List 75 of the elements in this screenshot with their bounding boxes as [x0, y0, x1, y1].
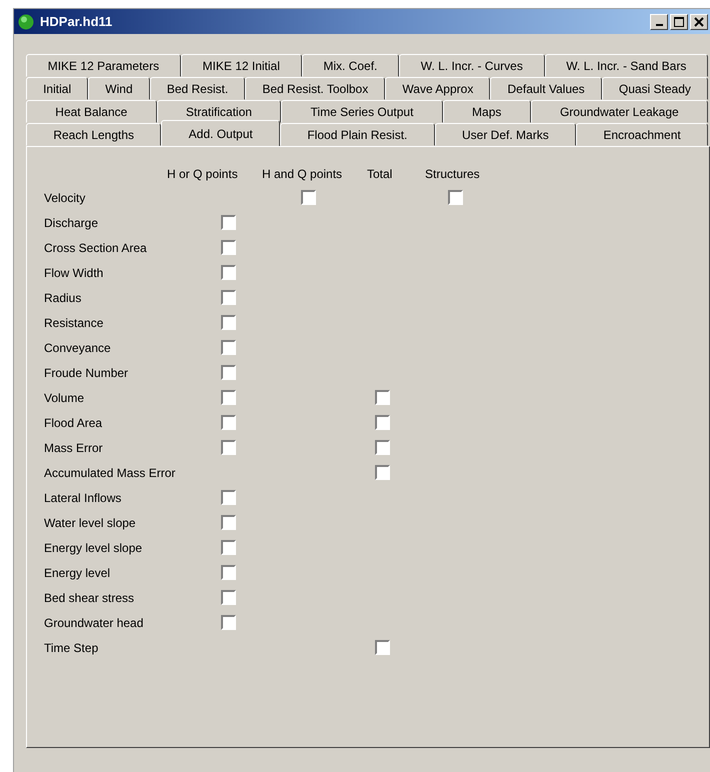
checkbox[interactable] — [221, 565, 236, 580]
output-label: Energy level slope — [44, 540, 142, 556]
output-label: Flow Width — [44, 264, 104, 280]
output-label: Bed shear stress — [44, 590, 134, 606]
checkbox[interactable] — [221, 590, 236, 605]
tab[interactable]: W. L. Incr. - Sand Bars — [544, 54, 708, 77]
checkbox[interactable] — [375, 415, 390, 430]
checkbox[interactable] — [221, 440, 236, 455]
close-button[interactable] — [690, 14, 708, 30]
minimize-icon — [656, 24, 662, 26]
checkbox[interactable] — [221, 615, 236, 630]
column-header: H or Q points — [167, 166, 238, 182]
tab[interactable]: Flood Plain Resist. — [280, 123, 435, 146]
checkbox[interactable] — [221, 315, 236, 330]
tab[interactable]: Maps — [442, 100, 531, 123]
checkbox[interactable] — [221, 390, 236, 405]
checkbox[interactable] — [448, 190, 463, 205]
tab[interactable]: Add. Output — [161, 120, 280, 146]
output-label: Cross Section Area — [44, 240, 147, 256]
output-label: Time Step — [44, 640, 98, 656]
checkbox[interactable] — [375, 440, 390, 455]
tab[interactable]: Initial — [26, 77, 88, 100]
output-label: Mass Error — [44, 440, 103, 456]
checkbox[interactable] — [221, 215, 236, 230]
tab[interactable]: Quasi Steady — [602, 77, 708, 100]
tab[interactable]: Mix. Coef. — [302, 54, 400, 77]
tab[interactable]: Heat Balance — [26, 100, 157, 123]
tab[interactable]: Bed Resist. — [150, 77, 246, 100]
tab[interactable]: MIKE 12 Parameters — [26, 54, 181, 77]
output-label: Lateral Inflows — [44, 490, 122, 506]
checkbox[interactable] — [221, 240, 236, 255]
output-label: Groundwater head — [44, 614, 144, 630]
tab[interactable]: MIKE 12 Initial — [180, 54, 302, 77]
column-header: Structures — [425, 166, 480, 182]
maximize-button[interactable] — [670, 14, 688, 30]
tab[interactable]: Wave Approx — [385, 77, 490, 100]
output-label: Energy level — [44, 564, 110, 580]
window-title: HDPar.hd11 — [40, 14, 114, 29]
column-header: H and Q points — [262, 166, 342, 182]
tab[interactable]: Default Values — [490, 77, 602, 100]
checkbox[interactable] — [221, 290, 236, 305]
tab[interactable]: Groundwater Leakage — [530, 100, 708, 123]
tab[interactable]: Encroachment — [576, 123, 708, 146]
checkbox[interactable] — [221, 490, 236, 505]
checkbox[interactable] — [221, 515, 236, 530]
output-label: Conveyance — [44, 340, 111, 356]
checkbox[interactable] — [221, 415, 236, 430]
tab[interactable]: User Def. Marks — [434, 123, 576, 146]
checkbox[interactable] — [221, 365, 236, 380]
tab[interactable]: Time Series Output — [281, 100, 443, 123]
output-label: Accumulated Mass Error — [44, 464, 176, 480]
tab[interactable]: W. L. Incr. - Curves — [399, 54, 545, 77]
output-label: Velocity — [44, 190, 86, 206]
tab[interactable]: Bed Resist. Toolbox — [245, 77, 386, 100]
output-label: Discharge — [44, 214, 98, 230]
checkbox[interactable] — [221, 340, 236, 355]
checkbox[interactable] — [221, 265, 236, 280]
checkbox[interactable] — [375, 390, 390, 405]
checkbox[interactable] — [221, 540, 236, 555]
column-header: Total — [367, 166, 392, 182]
output-label: Resistance — [44, 314, 104, 330]
output-label: Flood Area — [44, 414, 102, 430]
output-label: Volume — [44, 390, 84, 406]
output-label: Froude Number — [44, 364, 128, 380]
maximize-icon — [674, 16, 684, 26]
app-icon — [18, 14, 34, 30]
checkbox[interactable] — [375, 640, 390, 655]
checkbox[interactable] — [301, 190, 316, 205]
output-label: Water level slope — [44, 514, 136, 530]
tab[interactable]: Wind — [88, 77, 150, 100]
output-label: Radius — [44, 290, 82, 306]
close-icon — [694, 16, 704, 26]
checkbox[interactable] — [375, 465, 390, 480]
minimize-button[interactable] — [650, 14, 668, 30]
tab[interactable]: Reach Lengths — [26, 123, 162, 146]
